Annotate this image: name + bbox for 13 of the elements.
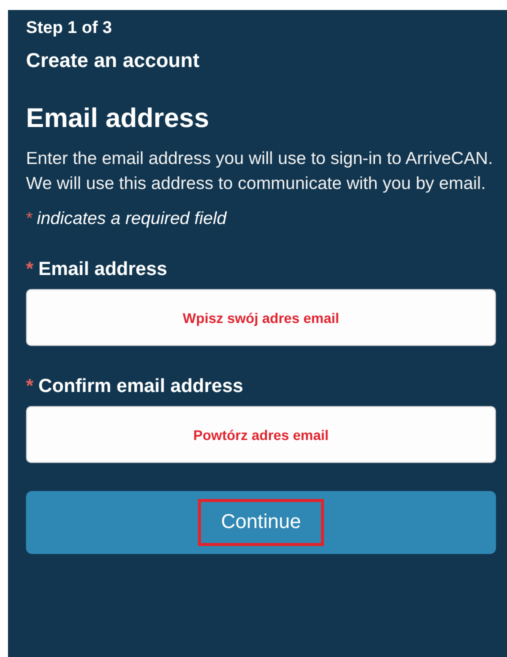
email-field[interactable]: Powtórz adres email [26,406,496,463]
required-marker: * [26,208,33,229]
page-title: Create an account [26,50,200,73]
required-marker: * [26,259,34,281]
field-label: Confirm email address [38,376,244,398]
email-field[interactable]: Wpisz swój adres email [26,289,496,346]
continue-button[interactable]: Continue [26,491,496,554]
section-heading: Email address [26,103,210,134]
required-note: indicates a required field [36,208,227,229]
intro-text: Enter the email address you will use to sign-in to ArriveCAN. We will use this address to communicate with you by email. [26,147,494,195]
field-label: Email address [38,259,168,281]
step-indicator: Step 1 of 3 [26,18,113,38]
required-marker: * [26,376,34,398]
